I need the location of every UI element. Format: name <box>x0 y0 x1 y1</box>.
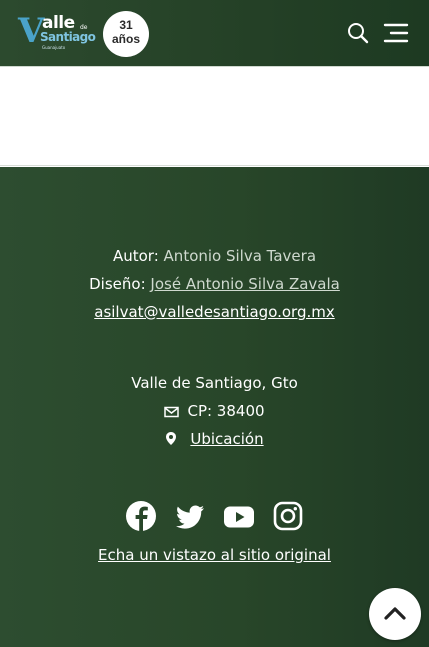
youtube-icon <box>224 506 255 528</box>
facebook-icon <box>125 501 156 531</box>
site-footer: Autor: Antonio Silva Tavera Diseño: José… <box>0 167 429 647</box>
location-link[interactable]: Ubicación <box>190 430 263 448</box>
city-text: Valle de Santiago, Gto <box>131 374 298 392</box>
postal-code: CP: 38400 <box>187 402 265 420</box>
anniversary-number: 31 <box>119 18 133 32</box>
location-line: Ubicación <box>0 429 429 449</box>
anniversary-badge: 31 años <box>103 11 149 57</box>
site-logo[interactable]: V alle de Santiago Guanajuato <box>18 12 96 54</box>
instagram-icon <box>273 501 303 531</box>
city-line: Valle de Santiago, Gto <box>0 373 429 393</box>
search-icon <box>348 23 369 44</box>
menu-icon <box>383 23 409 43</box>
instagram-link[interactable] <box>272 500 304 532</box>
author-name: Antonio Silva Tavera <box>163 247 317 265</box>
mail-icon <box>164 406 180 418</box>
postal-line: CP: 38400 <box>0 401 429 421</box>
logo-word-state: Guanajuato <box>42 45 66 50</box>
design-line: Diseño: José Antonio Silva Zavala <box>0 274 429 294</box>
email-link[interactable]: asilvat@valledesantiago.org.mx <box>94 303 335 321</box>
content-area <box>0 68 429 166</box>
design-label: Diseño: <box>89 275 146 293</box>
back-to-top-button[interactable] <box>369 588 421 640</box>
top-bar: V alle de Santiago Guanajuato 31 años <box>0 0 429 67</box>
anniversary-label: años <box>111 32 140 46</box>
chevron-up-icon <box>384 607 406 620</box>
social-links <box>0 500 429 532</box>
twitter-icon <box>175 505 204 529</box>
location-pin-icon <box>166 432 177 445</box>
twitter-link[interactable] <box>174 500 206 532</box>
logo-letter-v: V <box>18 11 44 51</box>
email-line: asilvat@valledesantiago.org.mx <box>0 302 429 322</box>
original-site-link[interactable]: Echa un vistazo al sitio original <box>98 546 331 564</box>
author-label: Autor: <box>112 247 159 265</box>
logo-word-santiago: Santiago <box>40 30 96 44</box>
design-name-link[interactable]: José Antonio Silva Zavala <box>150 275 339 293</box>
facebook-link[interactable] <box>125 500 157 532</box>
search-button[interactable] <box>345 20 371 46</box>
youtube-link[interactable] <box>223 500 255 532</box>
original-site-line: Echa un vistazo al sitio original <box>0 545 429 565</box>
menu-button[interactable] <box>383 20 409 46</box>
author-line: Autor: Antonio Silva Tavera <box>0 246 429 266</box>
